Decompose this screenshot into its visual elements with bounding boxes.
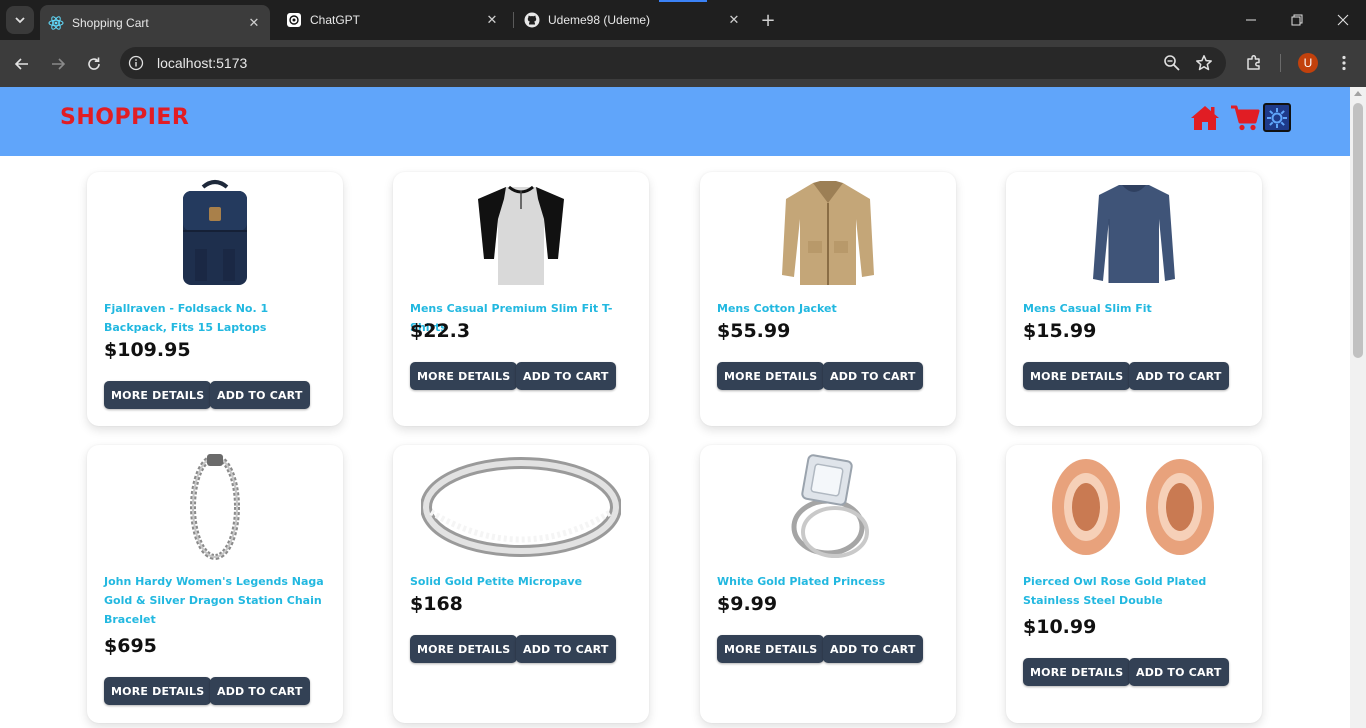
product-name[interactable]: Solid Gold Petite Micropave	[410, 572, 632, 591]
tab-title: Udeme98 (Udeme)	[548, 13, 651, 27]
add-to-cart-button[interactable]: ADD TO CART	[823, 362, 923, 390]
more-details-button[interactable]: MORE DETAILS	[410, 362, 518, 390]
new-tab-button[interactable]: +	[757, 9, 779, 31]
tab-chatgpt[interactable]: ChatGPT ✕	[278, 5, 508, 35]
tab-github[interactable]: Udeme98 (Udeme) ✕	[516, 5, 750, 35]
product-card: John Hardy Women's Legends Naga Gold & S…	[87, 445, 343, 723]
add-to-cart-button[interactable]: ADD TO CART	[823, 635, 923, 663]
sun-icon	[1267, 107, 1287, 128]
product-image[interactable]	[700, 178, 956, 290]
extensions-icon[interactable]	[1244, 53, 1264, 73]
product-card: Mens Casual Premium Slim Fit T-Shirts $2…	[393, 172, 649, 426]
product-card: White Gold Plated Princess $9.99 MORE DE…	[700, 445, 956, 723]
product-name[interactable]: White Gold Plated Princess	[717, 572, 939, 591]
add-to-cart-button[interactable]: ADD TO CART	[210, 677, 310, 705]
product-card: Solid Gold Petite Micropave $168 MORE DE…	[393, 445, 649, 723]
tab-drag-indicator	[659, 0, 707, 2]
back-arrow-icon[interactable]	[10, 52, 34, 76]
site-header: SHOPPIER	[0, 87, 1350, 156]
product-name[interactable]: Pierced Owl Rose Gold Plated Stainless S…	[1023, 572, 1245, 610]
product-name[interactable]: John Hardy Women's Legends Naga Gold & S…	[104, 572, 326, 629]
page-viewport: SHOPPIER Fjallraven - Foldsack No. 1 Bac…	[0, 87, 1366, 728]
product-price: $168	[410, 593, 463, 615]
product-image[interactable]	[393, 178, 649, 290]
close-icon[interactable]: ✕	[246, 15, 262, 31]
restore-icon[interactable]	[1287, 10, 1307, 30]
more-details-button[interactable]: MORE DETAILS	[717, 362, 825, 390]
page-scrollbar[interactable]	[1350, 87, 1366, 728]
add-to-cart-button[interactable]: ADD TO CART	[210, 381, 310, 409]
site-info-icon[interactable]	[128, 55, 144, 71]
toolbar-separator	[1280, 54, 1281, 72]
product-name[interactable]: Mens Cotton Jacket	[717, 299, 939, 318]
github-icon	[524, 12, 540, 28]
product-price: $695	[104, 635, 157, 657]
close-window-icon[interactable]	[1333, 10, 1353, 30]
product-price: $22.3	[410, 320, 471, 342]
more-details-button[interactable]: MORE DETAILS	[104, 381, 212, 409]
profile-avatar[interactable]: U	[1298, 53, 1318, 73]
chatgpt-icon	[286, 12, 302, 28]
tab-shopping-cart[interactable]: Shopping Cart ✕	[40, 5, 270, 40]
close-icon[interactable]: ✕	[726, 12, 742, 28]
address-bar[interactable]	[120, 47, 1226, 79]
product-name[interactable]: Fjallraven - Foldsack No. 1 Backpack, Fi…	[104, 299, 326, 337]
more-details-button[interactable]: MORE DETAILS	[717, 635, 825, 663]
product-image[interactable]	[700, 451, 956, 563]
product-image[interactable]	[393, 451, 649, 563]
forward-arrow-icon[interactable]	[46, 52, 70, 76]
tab-separator	[513, 12, 514, 28]
add-to-cart-button[interactable]: ADD TO CART	[1129, 362, 1229, 390]
chevron-down-icon	[15, 17, 25, 24]
product-card: Mens Cotton Jacket $55.99 MORE DETAILS A…	[700, 172, 956, 426]
tab-title: ChatGPT	[310, 13, 361, 27]
product-price: $10.99	[1023, 616, 1097, 638]
home-icon[interactable]	[1190, 103, 1220, 133]
more-details-button[interactable]: MORE DETAILS	[1023, 362, 1131, 390]
cart-icon[interactable]	[1230, 103, 1260, 133]
browser-tab-strip: Shopping Cart ✕ ChatGPT ✕ Udeme98 (Udeme…	[0, 0, 1366, 40]
more-details-button[interactable]: MORE DETAILS	[104, 677, 212, 705]
more-details-button[interactable]: MORE DETAILS	[410, 635, 518, 663]
product-price: $9.99	[717, 593, 778, 615]
product-image[interactable]	[87, 178, 343, 290]
product-price: $55.99	[717, 320, 791, 342]
scroll-up-arrow-icon[interactable]	[1354, 91, 1362, 96]
add-to-cart-button[interactable]: ADD TO CART	[1129, 658, 1229, 686]
url-text: localhost:5173	[157, 55, 248, 71]
product-card: Pierced Owl Rose Gold Plated Stainless S…	[1006, 445, 1262, 723]
product-card: Fjallraven - Foldsack No. 1 Backpack, Fi…	[87, 172, 343, 426]
add-to-cart-button[interactable]: ADD TO CART	[516, 362, 616, 390]
product-price: $15.99	[1023, 320, 1097, 342]
scrollbar-thumb[interactable]	[1353, 103, 1363, 358]
theme-toggle-button[interactable]	[1263, 103, 1291, 132]
product-image[interactable]	[87, 451, 343, 563]
product-card: Mens Casual Slim Fit $15.99 MORE DETAILS…	[1006, 172, 1262, 426]
react-icon	[48, 15, 64, 31]
tab-title: Shopping Cart	[72, 15, 149, 30]
product-price: $109.95	[104, 339, 191, 361]
zoom-icon[interactable]	[1162, 53, 1182, 73]
tab-search-button[interactable]	[6, 6, 34, 34]
reload-icon[interactable]	[82, 52, 106, 76]
product-name[interactable]: Mens Casual Slim Fit	[1023, 299, 1245, 318]
more-details-button[interactable]: MORE DETAILS	[1023, 658, 1131, 686]
close-icon[interactable]: ✕	[484, 12, 500, 28]
product-image[interactable]	[1006, 178, 1262, 290]
bookmark-star-icon[interactable]	[1194, 53, 1214, 73]
site-logo[interactable]: SHOPPIER	[60, 105, 189, 130]
minimize-icon[interactable]	[1241, 10, 1261, 30]
kebab-menu-icon[interactable]	[1334, 53, 1354, 73]
product-image[interactable]	[1006, 451, 1262, 563]
add-to-cart-button[interactable]: ADD TO CART	[516, 635, 616, 663]
